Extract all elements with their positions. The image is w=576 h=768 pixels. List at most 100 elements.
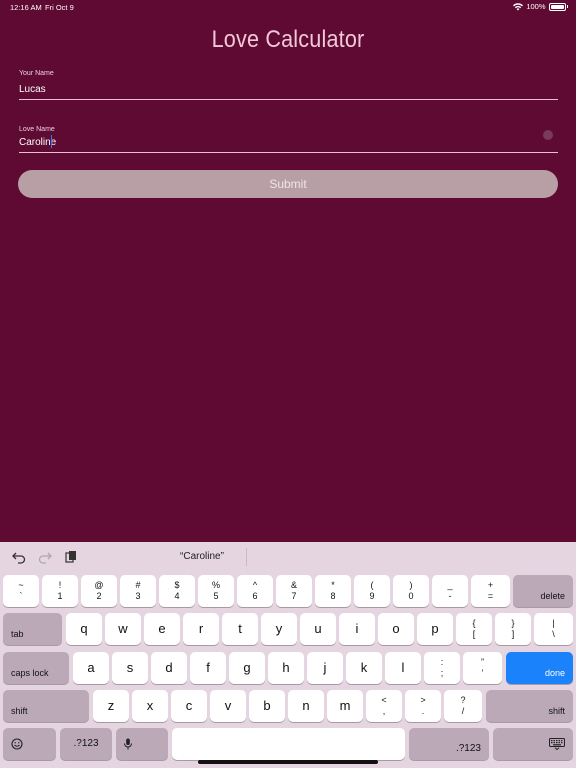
key-9[interactable]: (9 <box>354 575 390 607</box>
key-top-char: $ <box>174 580 180 590</box>
key-j[interactable]: j <box>307 652 343 684</box>
key-top-char: { <box>472 618 476 628</box>
key-y[interactable]: y <box>261 613 297 645</box>
key-5[interactable]: % 5 <box>198 575 234 607</box>
key-comma[interactable]: <, <box>366 690 402 722</box>
key-p[interactable]: p <box>417 613 453 645</box>
key-3[interactable]: #3 <box>120 575 156 607</box>
key-u[interactable]: u <box>300 613 336 645</box>
key-r[interactable]: r <box>183 613 219 645</box>
key-g[interactable]: g <box>229 652 265 684</box>
key-top-char: ” <box>481 657 484 667</box>
key-bottom-char: 8 <box>330 591 336 601</box>
key-q[interactable]: q <box>66 613 102 645</box>
key-b[interactable]: b <box>249 690 285 722</box>
key-4[interactable]: $4 <box>159 575 195 607</box>
key-8[interactable]: * 8 <box>315 575 351 607</box>
key-1[interactable]: ! 1 <box>42 575 78 607</box>
key-l[interactable]: l <box>385 652 421 684</box>
keyboard-toolbar: “Caroline” <box>0 542 576 572</box>
key-c[interactable]: c <box>171 690 207 722</box>
key-bracket-right[interactable]: }] <box>495 613 531 645</box>
key-t[interactable]: t <box>222 613 258 645</box>
key-top-char: _ <box>447 580 453 590</box>
shift-key-label: shift <box>548 706 565 716</box>
shift-right-key[interactable]: shift <box>486 690 573 722</box>
key-z[interactable]: z <box>93 690 129 722</box>
redo-icon[interactable] <box>38 550 52 564</box>
key-bottom-char: 1 <box>57 591 63 601</box>
key-bottom-char: 0 <box>408 591 414 601</box>
key-top-char: ! <box>58 580 62 590</box>
key-backtick[interactable]: ~ ` <box>3 575 39 607</box>
key-bottom-char: , <box>382 706 386 716</box>
key-a[interactable]: a <box>73 652 109 684</box>
on-screen-keyboard: “Caroline” ~ ` ! 1 @2 #3 $4 % 5 ^ 6 & 7 * 8 (9… <box>0 542 576 768</box>
key-letter: l <box>401 660 405 675</box>
home-indicator[interactable] <box>198 760 378 764</box>
key-bottom-char: 5 <box>213 591 219 601</box>
key-equals[interactable]: + = <box>471 575 510 607</box>
key-top-char: : <box>440 657 444 667</box>
key-letter: z <box>107 698 115 713</box>
love-name-input[interactable] <box>19 133 558 153</box>
numbers-key-right[interactable]: .?123 <box>409 728 489 760</box>
key-letter: s <box>126 660 134 675</box>
delete-key[interactable]: delete <box>513 575 573 607</box>
key-2[interactable]: @2 <box>81 575 117 607</box>
key-bracket-left[interactable]: {[ <box>456 613 492 645</box>
key-bottom-char: 6 <box>252 591 258 601</box>
key-bottom-char: \ <box>552 629 555 639</box>
key-o[interactable]: o <box>378 613 414 645</box>
key-letter: j <box>323 660 327 675</box>
key-letter: k <box>360 660 368 675</box>
key-k[interactable]: k <box>346 652 382 684</box>
key-quote[interactable]: ”’ <box>463 652 502 684</box>
key-h[interactable]: h <box>268 652 304 684</box>
key-i[interactable]: i <box>339 613 375 645</box>
key-letter: x <box>146 698 154 713</box>
key-period[interactable]: >. <box>405 690 441 722</box>
key-w[interactable]: w <box>105 613 141 645</box>
dictation-key[interactable] <box>116 728 168 760</box>
paste-icon[interactable] <box>64 550 78 564</box>
space-bar[interactable] <box>172 728 405 760</box>
key-top-char: + <box>487 580 494 590</box>
key-f[interactable]: f <box>190 652 226 684</box>
key-e[interactable]: e <box>144 613 180 645</box>
key-v[interactable]: v <box>210 690 246 722</box>
key-letter: w <box>118 621 128 636</box>
key-6[interactable]: ^ 6 <box>237 575 273 607</box>
shift-left-key[interactable]: shift <box>3 690 89 722</box>
emoji-key[interactable] <box>3 728 56 760</box>
key-d[interactable]: d <box>151 652 187 684</box>
tab-key[interactable]: tab <box>3 613 62 645</box>
key-backslash[interactable]: | \ <box>534 613 573 645</box>
key-bottom-char: ] <box>511 629 515 639</box>
key-slash[interactable]: ? / <box>444 690 482 722</box>
submit-button[interactable]: Submit <box>18 170 558 198</box>
key-letter: b <box>263 698 271 713</box>
caps-lock-key[interactable]: caps lock <box>3 652 69 684</box>
numbers-key-left[interactable]: .?123 <box>60 728 112 760</box>
key-x[interactable]: x <box>132 690 168 722</box>
key-minus[interactable]: _ - <box>432 575 468 607</box>
key-semicolon[interactable]: :; <box>424 652 460 684</box>
key-n[interactable]: n <box>288 690 324 722</box>
key-top-char: * <box>331 580 335 590</box>
key-top-char: } <box>511 618 515 628</box>
status-bar: 12:16 AM Fri Oct 9 100% <box>0 0 576 14</box>
key-7[interactable]: & 7 <box>276 575 312 607</box>
undo-icon[interactable] <box>12 550 26 564</box>
clear-text-icon[interactable] <box>543 130 553 140</box>
prediction-suggestion[interactable]: “Caroline” <box>80 551 324 562</box>
key-m[interactable]: m <box>327 690 363 722</box>
your-name-input[interactable] <box>19 80 558 100</box>
key-s[interactable]: s <box>112 652 148 684</box>
hide-keyboard-key[interactable] <box>493 728 573 760</box>
key-top-char: ^ <box>252 580 258 590</box>
done-key[interactable]: done <box>506 652 573 684</box>
your-name-label: Your Name <box>19 70 54 77</box>
key-0[interactable]: ) 0 <box>393 575 429 607</box>
key-bottom-char: 9 <box>369 591 375 601</box>
